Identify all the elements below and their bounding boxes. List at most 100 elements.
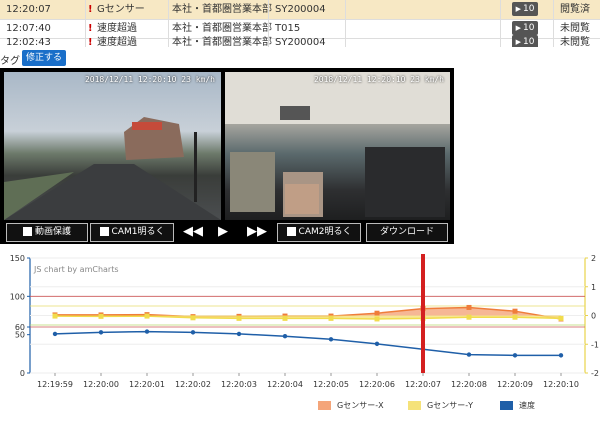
right-tick-label: 0 xyxy=(591,312,596,321)
event-cursor xyxy=(421,254,425,373)
play-clip-button[interactable]: ▶ 10 xyxy=(512,35,538,47)
series-point-1 xyxy=(282,315,288,321)
series-point-0 xyxy=(466,304,472,310)
series-point-1 xyxy=(466,314,472,320)
column-divider xyxy=(268,0,269,47)
series-point-2 xyxy=(52,331,58,337)
left-tick-label: 0 xyxy=(20,369,25,378)
x-tick-label: 12:20:10 xyxy=(543,380,579,389)
x-tick-label: 12:20:01 xyxy=(129,380,165,389)
play-duration: 10 xyxy=(522,37,535,47)
column-divider xyxy=(345,0,346,47)
right-tick-label: -1 xyxy=(591,340,599,349)
protect-video-button[interactable]: 動画保護 xyxy=(6,223,88,242)
left-tick-label: 50 xyxy=(15,331,25,340)
table-row[interactable]: 12:02:43! 速度超過 本社・首都圏営業本部 SY200004 ▶ 10 未閲覧 xyxy=(0,33,600,47)
cam1-brighten-label: CAM1明るく xyxy=(111,227,165,237)
series-point-1 xyxy=(144,313,150,319)
download-button[interactable]: ダウンロード xyxy=(366,223,448,242)
camera-2-scene xyxy=(225,72,450,217)
series-point-2 xyxy=(282,334,288,339)
camera-2-timestamp: 2018/12/11 12:20:10 23 km/h xyxy=(313,75,444,84)
fix-tag-button[interactable]: 修正する xyxy=(22,50,66,66)
view-status: 閲覧済 xyxy=(560,4,590,15)
series-point-2 xyxy=(236,331,242,337)
x-tick-label: 12:20:05 xyxy=(313,380,349,389)
series-point-0 xyxy=(374,310,380,316)
series-point-2 xyxy=(190,330,196,335)
cell-vehicle: SY200004 xyxy=(275,37,326,47)
column-divider xyxy=(168,0,169,47)
cell-time: 12:02:43 xyxy=(6,37,51,47)
x-tick-label: 12:20:09 xyxy=(497,380,533,389)
rewind-icon[interactable]: ◀◀ xyxy=(183,223,203,240)
legend-label-speed: 速度 xyxy=(519,401,535,410)
camera-1-timestamp: 2018/12/11 12:20:10 23 km/h xyxy=(84,75,215,84)
x-tick-label: 12:20:02 xyxy=(175,380,211,389)
cam1-brighten-checkbox[interactable] xyxy=(99,227,109,236)
play-duration: 10 xyxy=(522,4,535,14)
legend-label-x: Gセンサー-X xyxy=(337,401,384,410)
series-point-1 xyxy=(190,315,196,321)
legend-g-sensor-x[interactable]: Gセンサー-X xyxy=(318,400,384,412)
x-tick-label: 12:19:59 xyxy=(37,380,73,389)
play-duration: 10 xyxy=(522,23,535,33)
legend-swatch-y xyxy=(408,401,421,410)
series-point-2 xyxy=(328,337,334,342)
x-tick-label: 12:20:06 xyxy=(359,380,395,389)
cell-office: 本社・首都圏営業本部 xyxy=(172,4,272,15)
cam2-brighten-button[interactable]: CAM2明るく xyxy=(277,223,361,242)
left-tick-label: 60 xyxy=(15,323,25,332)
camera-1-view: 2018/12/11 12:20:10 23 km/h xyxy=(4,72,221,220)
column-divider xyxy=(500,0,501,47)
legend-label-y: Gセンサー-Y xyxy=(427,401,473,410)
series-point-1 xyxy=(558,315,564,321)
warning-icon: ! xyxy=(88,37,93,47)
series-point-2 xyxy=(512,353,518,358)
play-icon: ▶ xyxy=(515,38,521,46)
right-tick-label: 1 xyxy=(591,283,596,292)
cam2-brighten-checkbox[interactable] xyxy=(286,227,296,236)
legend-swatch-x xyxy=(318,401,331,410)
legend-g-sensor-y[interactable]: Gセンサー-Y xyxy=(408,400,473,412)
chart-credit: JS chart by amCharts xyxy=(33,265,119,274)
fast-forward-icon[interactable]: ▶▶ xyxy=(247,223,267,240)
series-point-2 xyxy=(558,353,564,358)
series-point-1 xyxy=(512,314,518,320)
cell-event: 速度超過 xyxy=(97,37,137,47)
cell-vehicle: SY200004 xyxy=(275,4,326,15)
cell-office: 本社・首都圏営業本部 xyxy=(172,37,272,47)
x-tick-label: 12:20:08 xyxy=(451,380,487,389)
series-point-2 xyxy=(374,341,380,347)
x-tick-label: 12:20:00 xyxy=(83,380,119,389)
series-point-1 xyxy=(236,315,242,321)
cell-event: Gセンサー xyxy=(97,4,145,15)
table-row[interactable]: 12:20:07! Gセンサー 本社・首都圏営業本部 SY200004 ▶ 10 閲覧済 xyxy=(0,0,600,20)
cam1-brighten-button[interactable]: CAM1明るく xyxy=(90,223,174,242)
series-point-1 xyxy=(328,315,334,321)
camera-2-view: 2018/12/11 12:20:10 23 km/h xyxy=(225,72,450,220)
series-point-1 xyxy=(52,313,58,319)
cell-time: 12:20:07 xyxy=(6,4,51,15)
series-point-1 xyxy=(374,316,380,322)
warning-icon: ! xyxy=(88,4,93,15)
view-status: 未閲覧 xyxy=(560,37,590,47)
legend-speed[interactable]: 速度 xyxy=(500,400,535,412)
cam2-brighten-label: CAM2明るく xyxy=(298,227,352,237)
tag-label: タグ xyxy=(0,56,20,67)
right-tick-label: -2 xyxy=(591,369,599,378)
x-tick-label: 12:20:03 xyxy=(221,380,257,389)
play-clip-button[interactable]: ▶ 10 xyxy=(512,2,538,16)
play-icon: ▶ xyxy=(515,5,521,13)
left-tick-label: 100 xyxy=(10,292,25,301)
right-tick-label: 2 xyxy=(591,254,596,263)
protect-video-checkbox[interactable] xyxy=(22,227,32,236)
x-tick-label: 12:20:07 xyxy=(405,380,441,389)
protect-video-label: 動画保護 xyxy=(34,227,71,237)
series-point-1 xyxy=(98,313,104,319)
play-icon[interactable]: ▶ xyxy=(218,223,228,240)
left-tick-label: 150 xyxy=(10,254,25,263)
column-divider xyxy=(85,0,86,47)
column-divider xyxy=(553,0,554,47)
camera-1-scene xyxy=(4,117,221,220)
